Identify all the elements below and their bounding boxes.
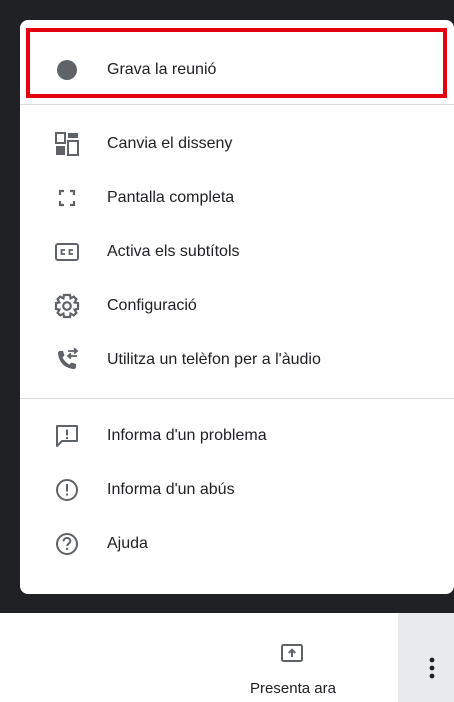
report-abuse-icon	[52, 475, 82, 505]
menu-item-report-problem[interactable]: Informa d'un problema	[20, 409, 454, 463]
menu-item-help[interactable]: Ajuda	[20, 517, 454, 571]
record-icon	[52, 55, 82, 85]
present-screen-icon	[277, 642, 307, 666]
menu-item-label: Utilitza un telèfon per a l'àudio	[107, 351, 321, 368]
menu-item-label: Canvia el disseny	[107, 135, 233, 152]
menu-item-captions[interactable]: Activa els subtítols	[20, 225, 454, 279]
menu-item-settings[interactable]: Configuració	[20, 279, 454, 333]
menu-item-label: Informa d'un problema	[107, 427, 267, 444]
closed-captions-icon	[52, 237, 82, 267]
menu-item-label: Pantalla completa	[107, 189, 235, 206]
menu-divider	[20, 398, 454, 399]
menu-item-label: Informa d'un abús	[107, 481, 235, 498]
menu-item-label: Grava la reunió	[107, 61, 217, 78]
help-icon	[52, 529, 82, 559]
more-options-button[interactable]	[398, 613, 454, 702]
report-problem-icon	[52, 421, 82, 451]
settings-gear-icon	[52, 291, 82, 321]
menu-item-fullscreen[interactable]: Pantalla completa	[20, 171, 454, 225]
menu-item-change-layout[interactable]: Canvia el disseny	[20, 117, 454, 171]
menu-item-record-meeting[interactable]: Grava la reunió	[20, 43, 454, 97]
fullscreen-icon	[52, 183, 82, 213]
present-now-label: Presenta ara	[250, 680, 336, 697]
menu-item-label: Ajuda	[107, 535, 148, 552]
menu-divider	[20, 104, 454, 105]
more-options-menu: Grava la reunió Canvia el disseny Pantal…	[20, 20, 454, 594]
layout-icon	[52, 129, 82, 159]
menu-item-report-abuse[interactable]: Informa d'un abús	[20, 463, 454, 517]
phone-forward-icon	[52, 345, 82, 375]
menu-item-phone-audio[interactable]: Utilitza un telèfon per a l'àudio	[20, 333, 454, 387]
bottom-toolbar	[0, 613, 454, 702]
menu-item-label: Activa els subtítols	[107, 243, 240, 260]
present-now-button[interactable]: Presenta ara	[236, 613, 366, 702]
more-vert-icon	[429, 657, 435, 679]
menu-item-label: Configuració	[107, 297, 197, 314]
